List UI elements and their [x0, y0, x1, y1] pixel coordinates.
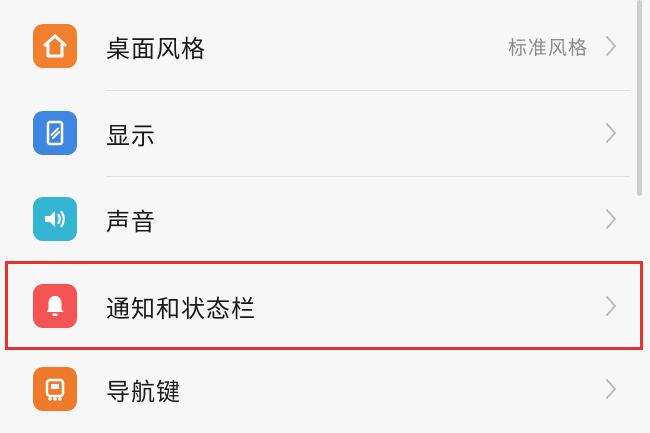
settings-item-value: 标准风格	[507, 36, 588, 59]
settings-item-navigation-keys[interactable]: 导航键	[0, 346, 630, 432]
speaker-icon	[33, 197, 77, 241]
settings-item-label: 声音	[106, 207, 156, 236]
settings-item-display[interactable]: 显示	[0, 90, 630, 176]
settings-item-notifications-status-bar[interactable]: 通知和状态栏	[0, 263, 630, 349]
settings-item-label: 通知和状态栏	[106, 294, 256, 323]
home-icon	[33, 24, 77, 68]
settings-item-desktop-style[interactable]: 桌面风格 标准风格	[0, 3, 630, 89]
navigation-key-icon	[33, 367, 77, 411]
settings-item-sound[interactable]: 声音	[0, 176, 630, 262]
settings-item-label: 桌面风格	[106, 34, 206, 63]
settings-item-label: 显示	[106, 121, 156, 150]
chevron-right-icon	[606, 379, 616, 399]
settings-list: 桌面风格 标准风格 显示 声音 通知和状态栏 导航键	[0, 0, 650, 433]
chevron-right-icon	[606, 209, 616, 229]
scrollbar[interactable]	[637, 0, 642, 196]
settings-item-label: 导航键	[106, 377, 181, 406]
bell-icon	[33, 284, 77, 328]
phone-display-icon	[33, 111, 77, 155]
chevron-right-icon	[606, 36, 616, 56]
chevron-right-icon	[606, 296, 616, 316]
chevron-right-icon	[606, 123, 616, 143]
